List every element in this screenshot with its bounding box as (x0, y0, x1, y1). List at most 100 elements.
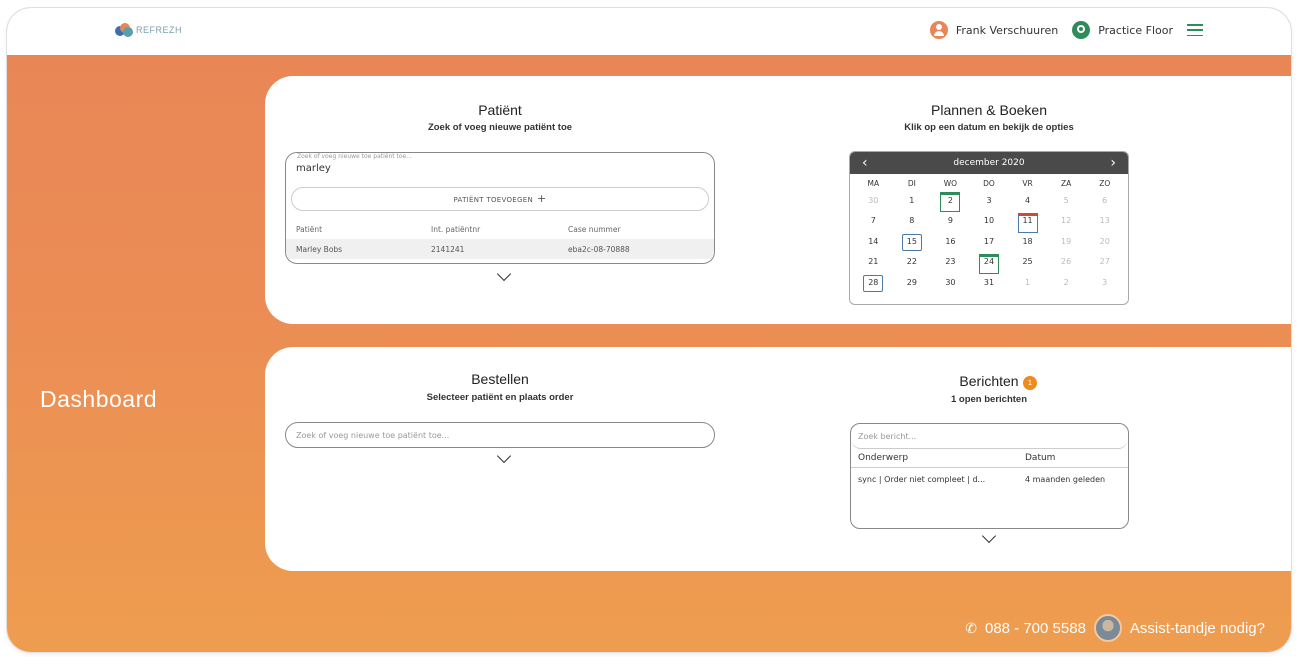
calendar-day[interactable]: 25 (1008, 252, 1047, 273)
messages-count-badge: 1 (1023, 376, 1037, 390)
message-subject: sync | Order niet compleet | d... (858, 474, 986, 484)
patient-search-input[interactable]: marley (296, 163, 331, 174)
calendar-day-marked[interactable]: 15 (893, 231, 932, 252)
calendar-day[interactable]: 8 (893, 211, 932, 232)
support-footer: ✆ 088 - 700 5588 Assist-tandje nodig? (965, 614, 1265, 642)
calendar-day[interactable]: 2 (1047, 272, 1086, 293)
user-icon[interactable] (929, 21, 948, 39)
cell-patient-nr: 2141241 (431, 244, 465, 254)
weekday-fri: VR (1022, 178, 1033, 188)
weekday-tue: DI (907, 178, 916, 188)
calendar-day[interactable]: 29 (893, 272, 932, 293)
messages-box: Zoek bericht... Onderwerp Datum sync | O… (850, 423, 1129, 529)
location-pin-icon[interactable] (1072, 21, 1091, 39)
calendar-day[interactable]: 30 (931, 272, 970, 293)
planning-title: Plannen & Boeken (931, 102, 1047, 118)
calendar-day-event[interactable]: 11 (1008, 211, 1047, 232)
table-header-row: Patiënt Int. patiëntnr Case nummer (286, 219, 714, 239)
patient-subtitle: Zoek of voeg nieuwe patiënt toe (427, 122, 573, 133)
support-phone[interactable]: 088 - 700 5588 (985, 620, 1086, 637)
messages-title: Berichten (959, 373, 1019, 389)
calendar-header: ‹ december 2020 › (850, 152, 1128, 174)
weekday-wed: WO (943, 178, 958, 188)
weekday-sat: ZA (1060, 178, 1072, 188)
col-patient: Patiënt (296, 224, 323, 234)
prev-month-icon[interactable]: ‹ (862, 155, 868, 171)
plus-icon: + (536, 192, 547, 205)
calendar-day[interactable]: 10 (970, 211, 1009, 232)
calendar-day[interactable]: 19 (1047, 231, 1086, 252)
message-date: 4 maanden geleden (1025, 474, 1106, 484)
next-month-icon[interactable]: › (1110, 155, 1116, 171)
app-frame: REFREZH Frank Verschuuren Practice Floor… (7, 8, 1291, 652)
weekday-thu: DO (983, 178, 995, 188)
calendar-day[interactable]: 22 (893, 252, 932, 273)
location-name[interactable]: Practice Floor (1098, 24, 1173, 37)
user-name[interactable]: Frank Verschuuren (956, 24, 1058, 37)
logo-mark-icon (115, 23, 133, 37)
calendar-day-today[interactable]: 28 (854, 272, 893, 293)
order-search-input[interactable]: Zoek of voeg nieuwe toe patiënt toe... (285, 422, 715, 448)
calendar-day[interactable]: 23 (931, 252, 970, 273)
phone-icon: ✆ (965, 619, 977, 636)
top-card: Patiënt Zoek of voeg nieuwe patiënt toe … (265, 76, 1291, 324)
top-bar: REFREZH Frank Verschuuren Practice Floor (7, 8, 1291, 55)
calendar-day[interactable]: 1 (1008, 272, 1047, 293)
calendar-day[interactable]: 26 (1047, 252, 1086, 273)
col-subject: Onderwerp (858, 453, 909, 463)
order-expand-chevron-icon[interactable] (496, 448, 512, 464)
col-date: Datum (1025, 453, 1056, 463)
table-row[interactable]: sync | Order niet compleet | d... 4 maan… (851, 468, 1128, 490)
calendar-day[interactable]: 17 (970, 231, 1009, 252)
order-title: Bestellen (471, 371, 529, 387)
calendar-day[interactable]: 3 (970, 190, 1009, 211)
col-case-number: Case nummer (568, 224, 621, 234)
calendar-grid: MA DI WO DO VR ZA ZO 30 1 2 3 4 5 6 7 8 … (850, 174, 1128, 293)
col-int-patientnr: Int. patiëntnr (431, 224, 481, 234)
calendar-day[interactable]: 4 (1008, 190, 1047, 211)
calendar-day[interactable]: 12 (1047, 211, 1086, 232)
calendar-day-event[interactable]: 2 (931, 190, 970, 211)
calendar-day[interactable]: 21 (854, 252, 893, 273)
calendar-day[interactable]: 30 (854, 190, 893, 211)
calendar-day[interactable]: 18 (1008, 231, 1047, 252)
order-subtitle: Selecteer patiënt en plaats order (426, 392, 574, 403)
messages-table-header: Onderwerp Datum (851, 449, 1128, 468)
calendar: ‹ december 2020 › MA DI WO DO VR ZA ZO 3… (849, 151, 1129, 305)
calendar-day[interactable]: 20 (1085, 231, 1124, 252)
calendar-day[interactable]: 27 (1085, 252, 1124, 273)
calendar-day[interactable]: 3 (1085, 272, 1124, 293)
calendar-day[interactable]: 16 (931, 231, 970, 252)
patient-search-label: Zoek of voeg nieuwe toe patiënt toe... (295, 153, 414, 160)
bottom-card: Bestellen Selecteer patiënt en plaats or… (265, 347, 1291, 571)
patient-table: Patiënt Int. patiëntnr Case nummer Marle… (286, 219, 714, 259)
message-search-input[interactable]: Zoek bericht... (851, 424, 1128, 449)
calendar-month: december 2020 (953, 158, 1025, 168)
planning-subtitle: Klik op een datum en bekijk de opties (904, 122, 1074, 133)
table-row[interactable]: Marley Bobs 2141241 eba2c-08-70888 (286, 239, 714, 259)
logo-text: REFREZH (136, 25, 182, 35)
cell-patient-name: Marley Bobs (296, 244, 343, 254)
page-title: Dashboard (40, 386, 158, 412)
calendar-day[interactable]: 9 (931, 211, 970, 232)
calendar-day[interactable]: 5 (1047, 190, 1086, 211)
calendar-day[interactable]: 1 (893, 190, 932, 211)
assist-link[interactable]: Assist-tandje nodig? (1130, 620, 1265, 637)
messages-subtitle: 1 open berichten (950, 394, 1027, 405)
messages-expand-chevron-icon[interactable] (981, 528, 997, 544)
patient-expand-chevron-icon[interactable] (496, 266, 512, 282)
brand-logo[interactable]: REFREZH (115, 23, 182, 37)
calendar-day[interactable]: 13 (1085, 211, 1124, 232)
calendar-day[interactable]: 31 (970, 272, 1009, 293)
weekday-sun: ZO (1099, 178, 1111, 188)
calendar-day[interactable]: 6 (1085, 190, 1124, 211)
cell-case-number: eba2c-08-70888 (568, 244, 630, 254)
patient-title: Patiënt (478, 102, 522, 118)
hamburger-menu-icon[interactable] (1187, 24, 1203, 36)
calendar-day[interactable]: 7 (854, 211, 893, 232)
add-patient-button[interactable]: PATIËNT TOEVOEGEN + (291, 187, 709, 211)
weekday-mon: MA (867, 178, 880, 188)
calendar-day[interactable]: 14 (854, 231, 893, 252)
add-patient-label: PATIËNT TOEVOEGEN (453, 196, 533, 204)
calendar-day-event[interactable]: 24 (970, 252, 1009, 273)
